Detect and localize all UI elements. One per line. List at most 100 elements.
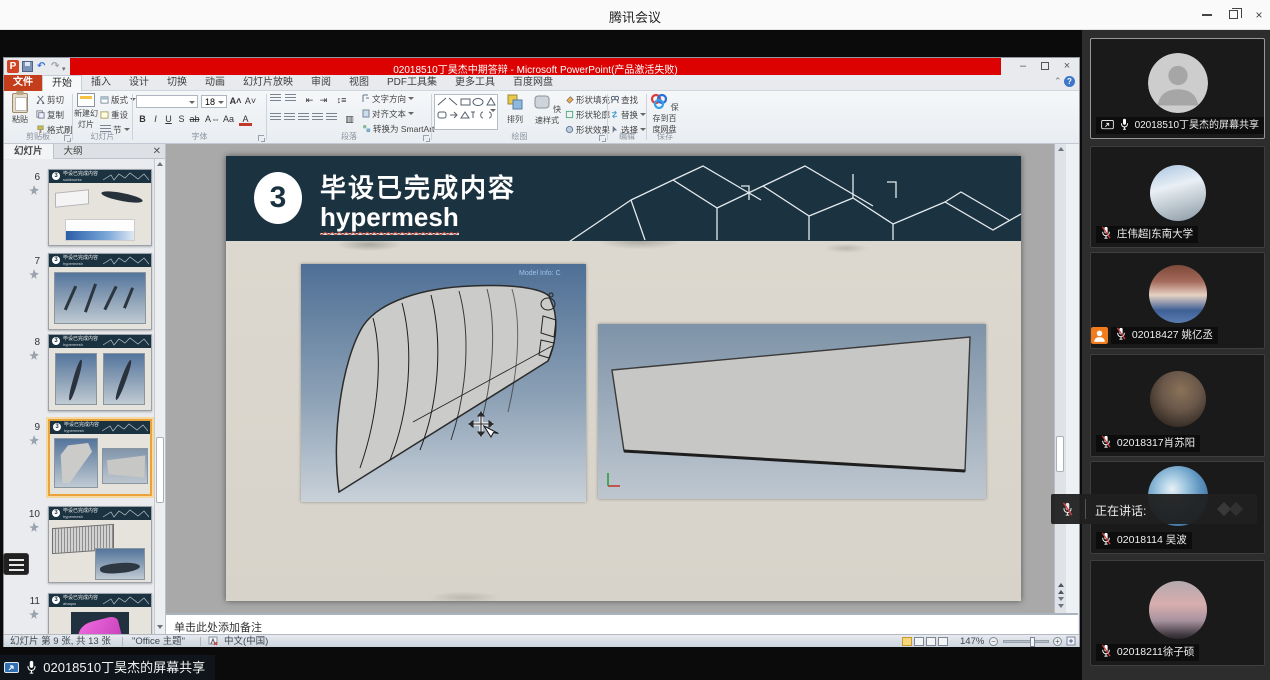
tab-pdf-tools[interactable]: PDF工具集 — [378, 75, 446, 91]
font-dialog-launcher-icon[interactable] — [258, 135, 264, 141]
redo-icon[interactable]: ↷ — [51, 60, 59, 73]
font-name-select[interactable] — [136, 95, 198, 108]
font-size-select[interactable]: 18 — [201, 95, 227, 108]
help-icon[interactable]: ? — [1064, 76, 1075, 87]
text-direction-button[interactable]: 文字方向 — [362, 93, 414, 105]
align-left-button[interactable] — [269, 113, 282, 126]
new-slide-button[interactable]: 新建幻灯片 — [73, 93, 99, 130]
line-spacing-button[interactable]: ↕≡ — [335, 94, 348, 107]
panel-scrollbar[interactable] — [154, 159, 165, 634]
character-spacing-button[interactable]: A⇔ — [205, 113, 218, 126]
transition-star-icon[interactable] — [28, 349, 40, 361]
zoom-slider-knob[interactable] — [1030, 637, 1035, 647]
change-case-button[interactable]: Aa — [222, 113, 235, 126]
align-text-button[interactable]: 对齐文本 — [362, 108, 414, 120]
distribute-button[interactable] — [325, 113, 338, 126]
shapes-gallery[interactable] — [434, 94, 498, 130]
maximize-icon[interactable] — [1222, 8, 1244, 22]
tab-more-tools[interactable]: 更多工具 — [446, 75, 504, 91]
increase-indent-button[interactable]: ⇥ — [317, 94, 330, 107]
notes-pane[interactable]: 单击此处添加备注 — [166, 613, 1078, 634]
spellcheck-icon[interactable] — [208, 636, 218, 646]
transition-star-icon[interactable] — [28, 184, 40, 196]
undo-icon[interactable]: ↶ — [37, 60, 45, 73]
cut-button[interactable]: 剪切 — [36, 94, 64, 106]
drawing-dialog-launcher-icon[interactable] — [599, 135, 605, 141]
replace-button[interactable]: 替换 — [610, 109, 646, 121]
shape-fill-button[interactable]: 形状填充 — [565, 94, 610, 106]
zoom-out-icon[interactable]: − — [989, 636, 998, 647]
tab-file[interactable]: 文件 — [4, 75, 42, 91]
tab-animations[interactable]: 动画 — [196, 75, 234, 91]
close-icon[interactable]: × — [1248, 8, 1270, 22]
panel-scroll-up-icon[interactable] — [157, 162, 163, 166]
quick-styles-button[interactable]: 快速样式 — [530, 93, 564, 126]
grow-font-button[interactable]: A˄ — [229, 95, 242, 108]
justify-button[interactable] — [311, 113, 324, 126]
reset-button[interactable]: 重设 — [100, 109, 128, 121]
font-color-button[interactable]: A — [239, 113, 252, 126]
participant-tile[interactable]: 庄伟超|东南大学 — [1090, 146, 1265, 248]
shape-outline-button[interactable]: 形状轮廓 — [565, 109, 610, 121]
tab-slideshow[interactable]: 幻灯片放映 — [234, 75, 302, 91]
slide-thumbnail-11[interactable]: 3毕设已完成内容abaqus — [48, 593, 152, 634]
columns-button[interactable]: ▥ — [343, 113, 356, 126]
bold-button[interactable]: B — [136, 113, 149, 126]
slide-thumbnail-8[interactable]: 3毕设已完成内容hypermesh — [48, 334, 152, 411]
panel-tab-outline[interactable]: 大纲 — [54, 144, 93, 159]
slide-sorter-view-icon[interactable] — [914, 637, 924, 646]
slide-thumbnail-9-selected[interactable]: 3毕设已完成内容hypermesh — [48, 419, 152, 496]
clipboard-dialog-launcher-icon[interactable] — [64, 135, 70, 141]
save-to-baidu-button[interactable]: 保存到百度网盘 — [648, 93, 681, 135]
tab-view[interactable]: 视图 — [340, 75, 378, 91]
slide-thumbnail-7[interactable]: 3毕设已完成内容hypermesh — [48, 253, 152, 330]
ppt-close-icon[interactable]: × — [1058, 61, 1076, 73]
arrange-button[interactable]: 排列 — [502, 93, 528, 125]
participant-tile[interactable]: 02018317肖苏阳 — [1090, 354, 1265, 457]
zoom-percent[interactable]: 147% — [960, 636, 984, 647]
numbering-button[interactable] — [284, 94, 297, 107]
previous-slide-icon[interactable] — [1058, 583, 1064, 587]
transition-star-icon[interactable] — [28, 434, 40, 446]
participant-tile[interactable]: 02018510丁昊杰的屏幕共享 — [1090, 38, 1265, 139]
paste-button[interactable]: 粘贴 — [5, 93, 35, 125]
slideshow-view-icon[interactable] — [938, 637, 948, 646]
panel-scrollbar-thumb[interactable] — [156, 437, 164, 503]
next-slide-icon[interactable] — [1058, 597, 1064, 601]
bullets-button[interactable] — [269, 94, 282, 107]
panel-tab-slides[interactable]: 幻灯片 — [4, 144, 54, 159]
paragraph-dialog-launcher-icon[interactable] — [423, 135, 429, 141]
minimize-icon[interactable] — [1196, 8, 1218, 22]
language-indicator[interactable]: 中文(中国) — [224, 636, 268, 647]
next-slide-icon2[interactable] — [1058, 604, 1064, 608]
panel-close-icon[interactable]: ✕ — [153, 146, 161, 157]
reading-view-icon[interactable] — [926, 637, 936, 646]
decrease-indent-button[interactable]: ⇤ — [303, 94, 316, 107]
underline-button[interactable]: U — [162, 113, 175, 126]
tab-design[interactable]: 设计 — [120, 75, 158, 91]
slide-thumbnail-10[interactable]: 3毕设已完成内容hypermesh — [48, 506, 152, 583]
zoom-in-icon[interactable]: + — [1053, 636, 1062, 647]
save-icon[interactable] — [22, 61, 33, 72]
tab-insert[interactable]: 插入 — [82, 75, 120, 91]
canvas-scroll-up-icon[interactable] — [1058, 147, 1064, 151]
participant-tile[interactable]: 02018427 姚亿丞 — [1090, 252, 1265, 349]
tab-transitions[interactable]: 切换 — [158, 75, 196, 91]
strikethrough-button[interactable]: ab — [188, 113, 201, 126]
layout-button[interactable]: 版式 — [100, 94, 136, 106]
italic-button[interactable]: I — [149, 113, 162, 126]
collapse-ribbon-icon[interactable]: ⌃ — [1054, 76, 1062, 86]
fit-to-window-icon[interactable] — [1066, 636, 1076, 649]
tab-home[interactable]: 开始 — [42, 75, 82, 91]
zoom-slider[interactable] — [1003, 640, 1049, 643]
normal-view-icon[interactable] — [902, 637, 912, 646]
canvas-scrollbar[interactable] — [1054, 144, 1066, 613]
ppt-restore-icon[interactable] — [1036, 61, 1054, 73]
panel-scroll-down-icon[interactable] — [157, 625, 163, 629]
tab-review[interactable]: 审阅 — [302, 75, 340, 91]
canvas-scrollbar-thumb[interactable] — [1056, 436, 1064, 472]
copy-button[interactable]: 复制 — [36, 109, 64, 121]
previous-slide-icon2[interactable] — [1058, 590, 1064, 594]
shrink-font-button[interactable]: A˅ — [244, 95, 257, 108]
slide-thumbnail-6[interactable]: 3毕设已完成内容solidworks — [48, 169, 152, 246]
